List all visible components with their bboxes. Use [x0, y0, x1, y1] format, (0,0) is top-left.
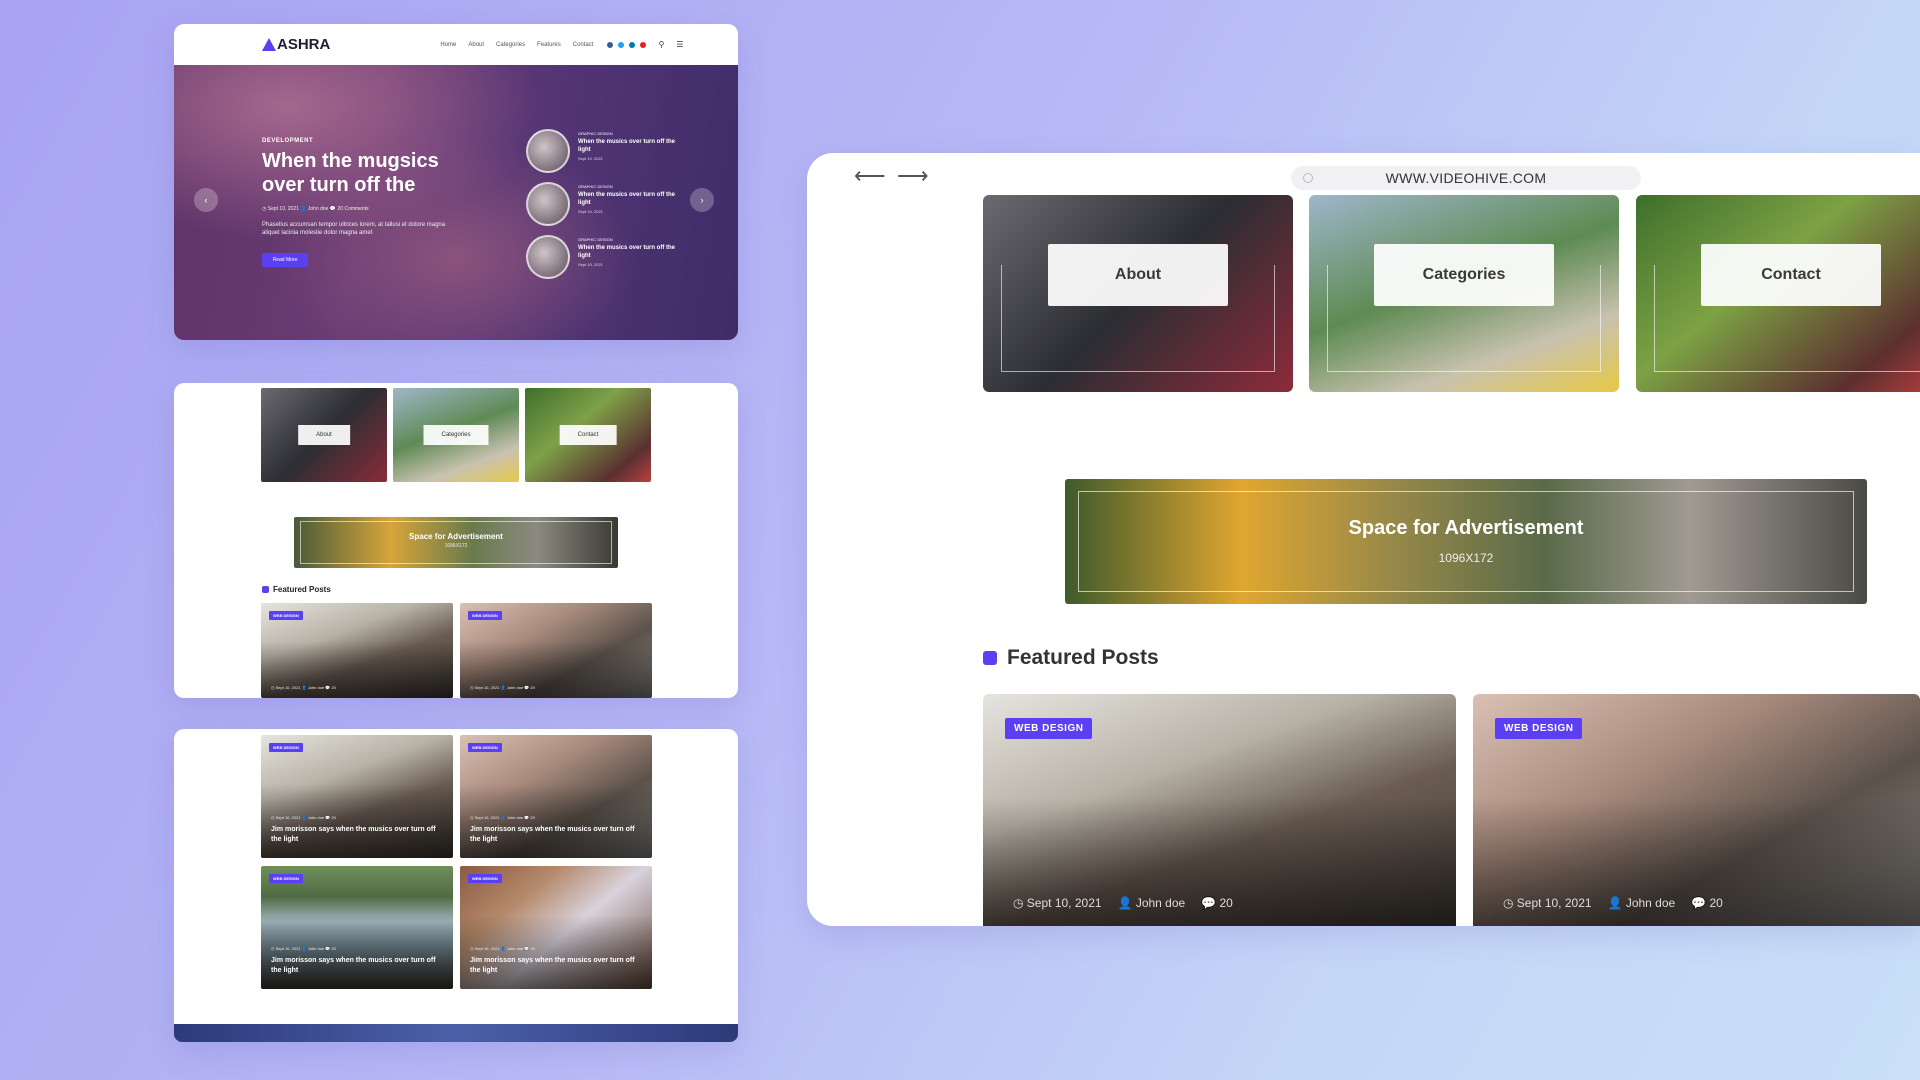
post-card[interactable]: WEB DESIGN ◷ Sept 10, 2021 👤 John doe 💬 …: [460, 735, 652, 858]
post-meta: ◷ Sept 10, 2021 👤 John doe 💬 20: [470, 685, 535, 690]
advertisement-banner[interactable]: Space for Advertisement 1096X172: [294, 517, 618, 568]
post-meta: ◷ Sept 10, 2021 👤 John doe 💬 20: [271, 685, 336, 690]
address-bar[interactable]: WWW.VIDEOHIVE.COM: [1291, 166, 1641, 190]
search-icon[interactable]: ⚲: [658, 40, 664, 49]
category-card-about[interactable]: About: [261, 388, 387, 482]
post-card[interactable]: WEB DESIGN ◷ Sept 10, 2021 👤 John doe 💬 …: [261, 866, 453, 989]
featured-post-card[interactable]: WEB DESIGN ◷ Sept 10, 2021 👤 John doe 💬 …: [261, 603, 453, 698]
side-post[interactable]: GRAPHIC DESIGN When the musics over turn…: [526, 235, 676, 279]
post-card[interactable]: WEB DESIGN ◷ Sept 10, 2021 👤 John doe 💬 …: [460, 866, 652, 989]
category-card-categories[interactable]: Categories: [393, 388, 519, 482]
featured-post-card[interactable]: WEB DESIGN ◷ Sept 10, 2021 👤 John doe 💬 …: [460, 603, 652, 698]
category-card-contact[interactable]: Contact: [1636, 195, 1920, 392]
nav-categories[interactable]: Categories: [496, 42, 525, 48]
search-icon: [1303, 173, 1313, 183]
featured-post-card[interactable]: WEB DESIGN ◷ Sept 10, 2021 👤 John doe 💬 …: [983, 694, 1456, 926]
section-marker-icon: [983, 651, 997, 665]
youtube-icon[interactable]: [640, 41, 647, 48]
hero-preview-panel: ASHRA Home About Categories Features Con…: [174, 24, 738, 340]
site-logo[interactable]: ASHRA: [262, 36, 330, 53]
menu-icon[interactable]: ☰: [676, 40, 683, 49]
featured-post-card[interactable]: WEB DESIGN ◷ Sept 10, 2021 👤 John doe 💬 …: [1473, 694, 1920, 926]
hero-title[interactable]: When the mugsics over turn off the: [262, 149, 452, 197]
linkedin-icon[interactable]: [629, 41, 636, 48]
post-meta: ◷ Sept 10, 2021 👤 John doe 💬 20: [1503, 896, 1723, 910]
advertisement-banner[interactable]: Space for Advertisement 1096X172: [1065, 479, 1867, 604]
post-meta: ◷ Sept 10, 2021 👤 John doe 💬 20: [1013, 896, 1233, 910]
category-badge[interactable]: WEB DESIGN: [468, 743, 502, 752]
category-badge[interactable]: WEB DESIGN: [269, 874, 303, 883]
back-arrow-icon[interactable]: ⟵: [854, 163, 886, 189]
side-post-thumb: [526, 129, 570, 173]
nav-links: Home About Categories Features Contact: [440, 42, 593, 48]
read-more-button[interactable]: Read More: [262, 253, 308, 267]
category-card-about[interactable]: About: [983, 195, 1293, 392]
url-text: WWW.VIDEOHIVE.COM: [1385, 170, 1547, 186]
logo-icon: [262, 38, 276, 51]
social-links: [607, 41, 647, 48]
post-meta: ◷ Sept 10, 2021 👤 John doe 💬 20: [470, 946, 535, 951]
category-badge[interactable]: WEB DESIGN: [468, 874, 502, 883]
hero-slider: DEVELOPMENT When the mugsics over turn o…: [174, 65, 738, 340]
post-title[interactable]: Jim morisson says when the musics over t…: [271, 956, 441, 976]
category-badge[interactable]: WEB DESIGN: [269, 743, 303, 752]
post-title[interactable]: Jim morisson says when the musics over t…: [271, 825, 441, 845]
featured-posts-heading: Featured Posts: [262, 585, 331, 594]
nav-home[interactable]: Home: [440, 42, 456, 48]
browser-window: ⟵ ⟶ WWW.VIDEOHIVE.COM About Categories C…: [807, 153, 1920, 926]
facebook-icon[interactable]: [607, 41, 614, 48]
nav-about[interactable]: About: [468, 42, 484, 48]
category-card-contact[interactable]: Contact: [525, 388, 651, 482]
category-badge[interactable]: WEB DESIGN: [1495, 718, 1583, 739]
nav-features[interactable]: Features: [537, 42, 561, 48]
hero-category: DEVELOPMENT: [262, 138, 314, 144]
side-post[interactable]: GRAPHIC DESIGN When the musics over turn…: [526, 129, 676, 173]
category-badge[interactable]: WEB DESIGN: [468, 611, 502, 620]
category-badge[interactable]: WEB DESIGN: [269, 611, 303, 620]
side-post-thumb: [526, 235, 570, 279]
post-title[interactable]: Jim morisson says when the musics over t…: [470, 825, 640, 845]
post-meta: ◷ Sept 10, 2021 👤 John doe 💬 20: [271, 815, 336, 820]
post-card[interactable]: WEB DESIGN ◷ Sept 10, 2021 👤 John doe 💬 …: [261, 735, 453, 858]
categories-preview-panel: About Categories Contact Space for Adver…: [174, 383, 738, 698]
featured-posts-heading: Featured Posts: [983, 646, 1159, 670]
post-grid-preview-panel: WEB DESIGN ◷ Sept 10, 2021 👤 John doe 💬 …: [174, 729, 738, 1042]
category-badge[interactable]: WEB DESIGN: [1005, 718, 1093, 739]
section-marker-icon: [262, 586, 269, 593]
post-title[interactable]: Jim morisson says when the musics over t…: [470, 956, 640, 976]
category-card-categories[interactable]: Categories: [1309, 195, 1619, 392]
hero-meta: ◷ Sept 10, 2021 👤 John doe 💬 20 Comments: [262, 206, 369, 212]
twitter-icon[interactable]: [618, 41, 625, 48]
footer-strip: [174, 1024, 738, 1042]
slider-next-icon[interactable]: ›: [690, 188, 714, 212]
slider-prev-icon[interactable]: ‹: [194, 188, 218, 212]
post-meta: ◷ Sept 10, 2021 👤 John doe 💬 20: [271, 946, 336, 951]
site-navbar: ASHRA Home About Categories Features Con…: [174, 24, 738, 65]
side-post[interactable]: GRAPHIC DESIGN When the musics over turn…: [526, 182, 676, 226]
forward-arrow-icon[interactable]: ⟶: [897, 163, 929, 189]
side-post-thumb: [526, 182, 570, 226]
hero-excerpt: Phasellus accumsan tempor ultrices lorem…: [262, 222, 446, 236]
post-meta: ◷ Sept 10, 2021 👤 John doe 💬 20: [470, 815, 535, 820]
nav-contact[interactable]: Contact: [573, 42, 594, 48]
